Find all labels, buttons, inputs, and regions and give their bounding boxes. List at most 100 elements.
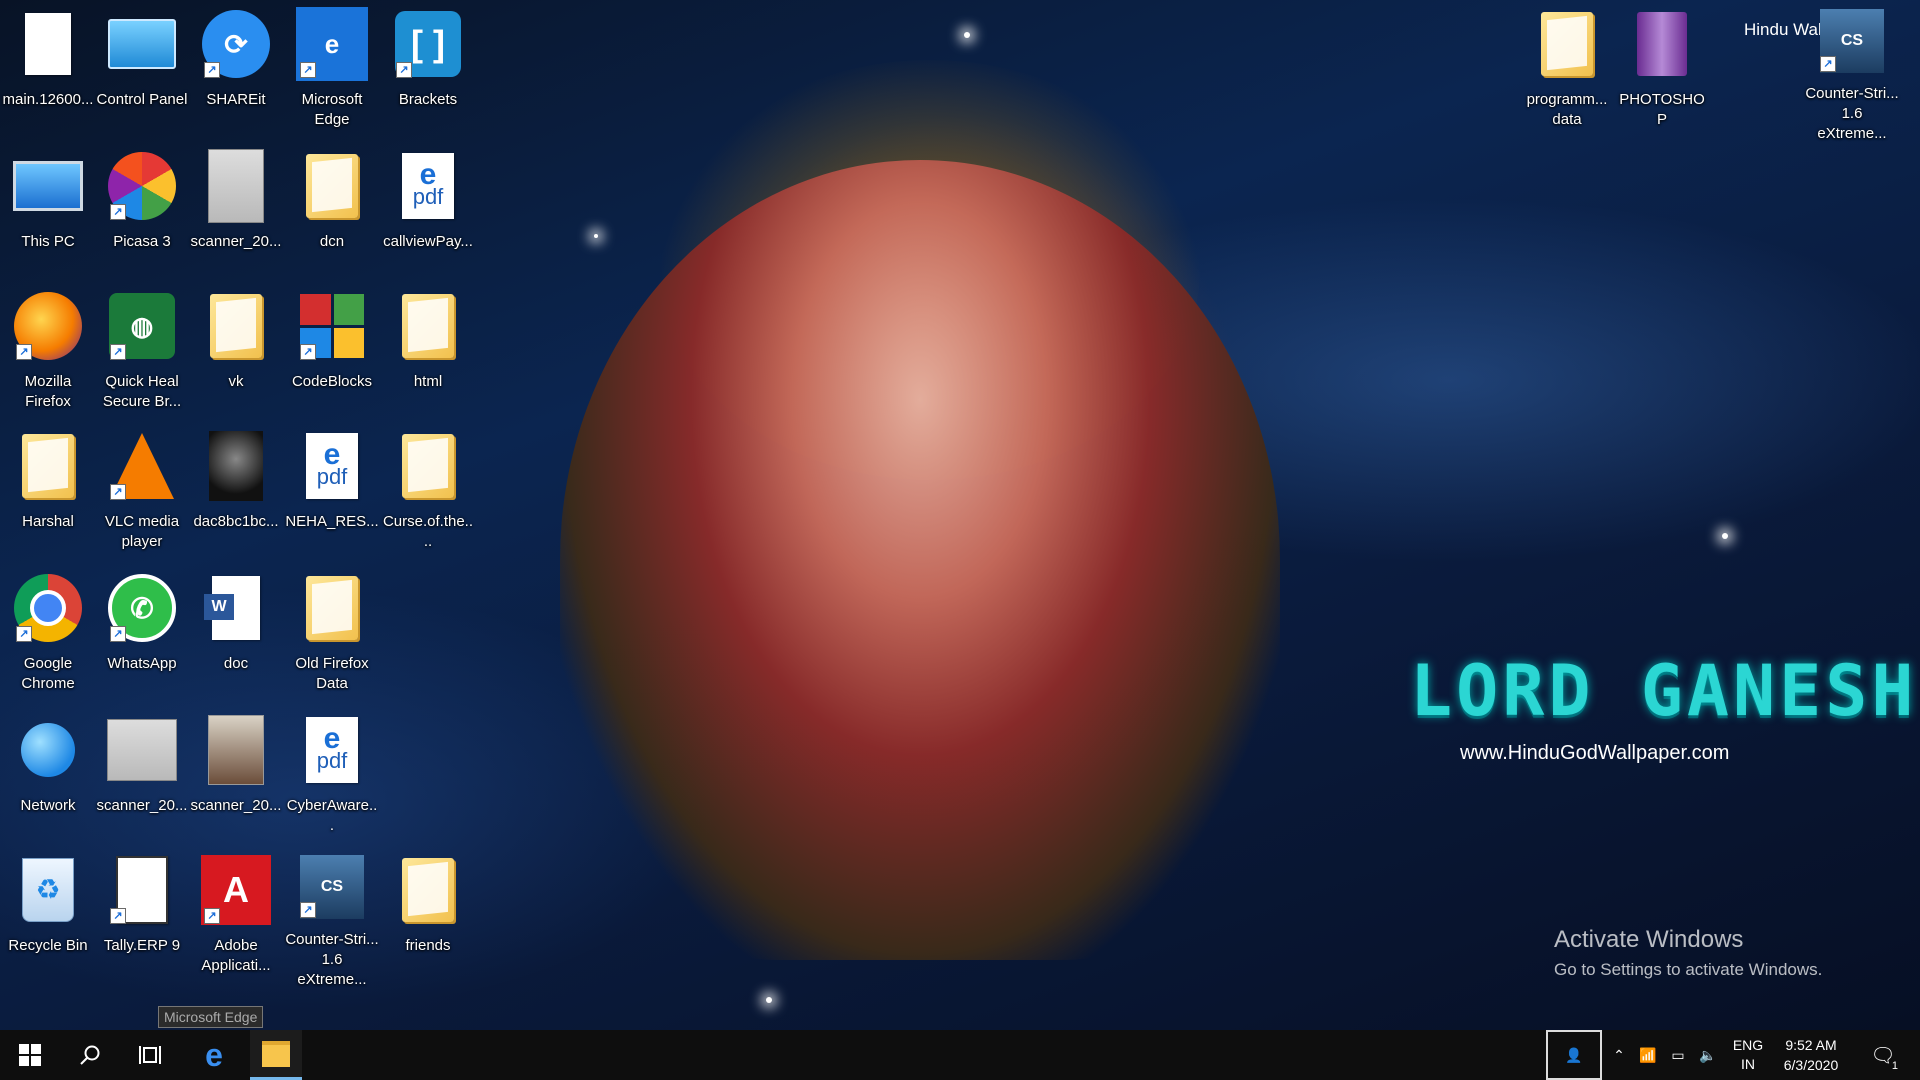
icon-label: Google Chrome <box>21 655 75 692</box>
adobe-icon: A ↗ <box>200 854 272 926</box>
desktop-icon-brackets[interactable]: [ ] ↗ Brackets <box>382 8 474 144</box>
desktop-icon-scanner-1[interactable]: scanner_20... <box>190 149 282 286</box>
whatsapp-icon: ✆ ↗ <box>106 572 178 644</box>
speaker-icon: 🔈 <box>1699 1046 1717 1063</box>
desktop-icon-curse[interactable]: Curse.of.the.... <box>382 430 474 566</box>
desktop-icon-callviewpay[interactable]: e pdf callviewPay... <box>382 150 474 286</box>
desktop-icon-firefox[interactable]: ↗ Mozilla Firefox <box>2 290 94 426</box>
action-center-button[interactable]: 🗨 1 <box>1858 1030 1908 1080</box>
shortcut-arrow-icon: ↗ <box>110 484 126 500</box>
desktop-icon-old-firefox-data[interactable]: Old Firefox Data <box>286 572 378 708</box>
icon-label: Mozilla Firefox <box>24 373 72 410</box>
star-decoration <box>594 234 598 238</box>
shortcut-arrow-icon: ↗ <box>110 908 126 924</box>
edge-icon: e <box>205 1036 223 1073</box>
people-icon: 👤 <box>1565 1046 1583 1063</box>
desktop-icon-network[interactable]: Network <box>2 714 94 850</box>
clock-button[interactable]: 9:52 AM 6/3/2020 <box>1774 1030 1848 1080</box>
shortcut-arrow-icon: ↗ <box>16 626 32 642</box>
desktop-icon-counter-strike[interactable]: CS ↗ Counter-Stri... 1.6 eXtreme... <box>285 854 379 990</box>
task-view-button[interactable] <box>120 1030 180 1080</box>
taskbar-tooltip: Microsoft Edge <box>158 1006 264 1028</box>
desktop-icon-photoshop[interactable]: PHOTOSHOP <box>1616 8 1708 144</box>
wifi-icon: 📶 <box>1639 1046 1657 1063</box>
clock-date: 6/3/2020 <box>1783 1057 1839 1073</box>
battery-tray-button[interactable]: ▭ <box>1664 1030 1692 1080</box>
shortcut-arrow-icon: ↗ <box>1820 56 1836 72</box>
icon-label: CodeBlocks <box>291 373 373 390</box>
desktop-icon-microsoft-edge[interactable]: e ↗ Microsoft Edge <box>286 7 378 144</box>
desktop-icon-dcn[interactable]: dcn <box>286 150 378 286</box>
folder-icon <box>200 290 272 362</box>
shareit-icon: ⟳ ↗ <box>200 8 272 80</box>
desktop-icon-recycle-bin[interactable]: ♻ Recycle Bin <box>2 854 94 990</box>
desktop-icon-main-file[interactable]: main.12600... <box>2 8 94 144</box>
desktop-icon-tally[interactable]: ↗ Tally.ERP 9 <box>96 854 188 990</box>
icon-label: Microsoft Edge <box>301 91 363 128</box>
desktop-icon-control-panel[interactable]: Control Panel <box>96 8 188 144</box>
desktop-icon-shareit[interactable]: ⟳ ↗ SHAREit <box>190 8 282 144</box>
taskbar-file-explorer-button[interactable] <box>250 1030 302 1080</box>
show-hidden-icons-button[interactable]: ⌃ <box>1606 1030 1632 1080</box>
network-tray-button[interactable]: 📶 <box>1634 1030 1662 1080</box>
desktop-icon-neha-res[interactable]: e pdf NEHA_RES... <box>285 430 379 566</box>
desktop-icon-scanner-3[interactable]: scanner_20... <box>190 714 282 850</box>
desktop-icon-scanner-2[interactable]: scanner_20... <box>96 714 188 850</box>
desktop-icon-dac8bc[interactable]: dac8bc1bc... <box>190 430 282 566</box>
desktop-icon-adobe[interactable]: A ↗ Adobe Applicati... <box>190 854 282 990</box>
notification-count: 1 <box>1891 1060 1898 1072</box>
desktop-icon-friends[interactable]: friends <box>382 854 474 990</box>
icon-label: VLC media player <box>104 513 180 550</box>
desktop-icon-doc[interactable]: W doc <box>190 572 282 708</box>
desktop-icon-cyberaware[interactable]: e pdf CyberAware... <box>286 714 378 850</box>
star-decoration <box>1722 533 1728 539</box>
desktop-icon-whatsapp[interactable]: ✆ ↗ WhatsApp <box>96 572 188 708</box>
desktop-icon-harshal[interactable]: Harshal <box>2 430 94 566</box>
folder-icon <box>1531 8 1603 80</box>
activate-subtitle: Go to Settings to activate Windows. <box>1554 960 1823 979</box>
desktop-icon-html[interactable]: html <box>382 290 474 426</box>
desktop-icon-program-data[interactable]: programm... data <box>1521 8 1613 144</box>
taskbar-edge-button[interactable]: e <box>188 1030 240 1080</box>
word-document-icon: W <box>200 572 272 644</box>
battery-icon: ▭ <box>1671 1046 1685 1063</box>
desktop-icon-quick-heal[interactable]: ◍ ↗ Quick Heal Secure Br... <box>96 290 188 426</box>
desktop-icon-codeblocks[interactable]: ↗ CodeBlocks <box>286 290 378 426</box>
folder-icon <box>392 430 464 502</box>
chevron-up-icon: ⌃ <box>1613 1046 1625 1063</box>
taskbar: e 👤 ⌃ 📶 ▭ 🔈 ENG IN 9:52 AM 6/3/2020 🗨 1 <box>0 1030 1920 1080</box>
blank-file-icon <box>12 8 84 80</box>
search-button[interactable] <box>60 1030 120 1080</box>
icon-label: NEHA_RES... <box>285 513 379 530</box>
computer-icon <box>12 150 84 222</box>
icon-label: programm... data <box>1526 91 1608 128</box>
icon-label: Counter-Stri... 1.6 eXtreme... <box>1805 85 1899 142</box>
icon-label: This PC <box>21 233 75 250</box>
input-language-button[interactable]: ENG IN <box>1726 1030 1770 1080</box>
recycle-bin-icon: ♻ <box>12 854 84 926</box>
icon-label: vk <box>228 373 244 390</box>
desktop-icon-picasa[interactable]: ↗ Picasa 3 <box>96 150 188 286</box>
icon-label: Picasa 3 <box>113 233 171 250</box>
shortcut-arrow-icon: ↗ <box>204 908 220 924</box>
icon-label: Adobe Applicati... <box>201 937 271 974</box>
desktop-icon-counter-strike-2[interactable]: CS ↗ Counter-Stri... 1.6 eXtreme... <box>1805 8 1899 144</box>
desktop-icon-vlc[interactable]: ↗ VLC media player <box>96 430 188 566</box>
icon-label: Curse.of.the.... <box>382 513 474 550</box>
picasa-icon: ↗ <box>106 150 178 222</box>
icon-label: Tally.ERP 9 <box>103 937 181 954</box>
desktop-icon-chrome[interactable]: ↗ Google Chrome <box>2 572 94 708</box>
desktop-icon-this-pc[interactable]: This PC <box>2 150 94 286</box>
file-explorer-icon <box>262 1040 290 1067</box>
icon-label: dcn <box>319 233 345 250</box>
people-button[interactable]: 👤 <box>1546 1030 1602 1080</box>
star-decoration <box>766 997 772 1003</box>
icon-label: scanner_20... <box>190 797 282 814</box>
volume-tray-button[interactable]: 🔈 <box>1694 1030 1722 1080</box>
desktop-icon-vk[interactable]: vk <box>190 290 282 426</box>
start-button[interactable] <box>0 1030 60 1080</box>
icon-label: CyberAware... <box>286 797 378 834</box>
icon-label: friends <box>405 937 451 954</box>
icon-label: Counter-Stri... 1.6 eXtreme... <box>285 931 379 988</box>
icon-label: Harshal <box>22 513 74 530</box>
